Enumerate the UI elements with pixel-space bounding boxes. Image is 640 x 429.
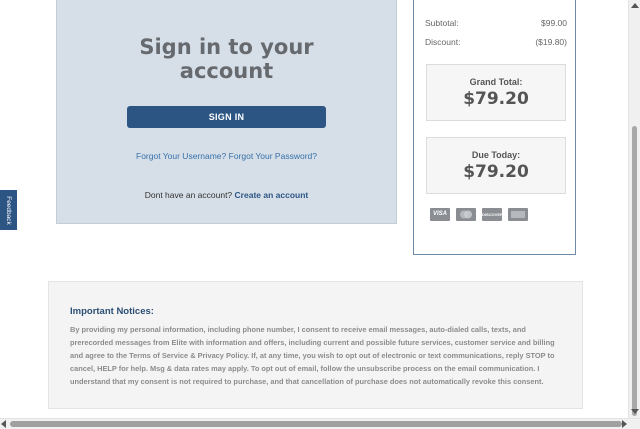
mastercard-icon — [456, 208, 476, 221]
subtotal-value: $99.00 — [541, 18, 567, 28]
feedback-tab[interactable]: Feedback — [0, 190, 17, 230]
discover-card-icon: DISCOVER — [482, 208, 502, 221]
scroll-up-arrow-icon[interactable] — [631, 3, 639, 8]
important-notices: Important Notices: By providing my perso… — [48, 281, 583, 409]
signin-title: Sign in to your account — [57, 35, 396, 83]
discount-row: Discount: ($19.80) — [425, 37, 567, 47]
amex-card-icon — [508, 208, 528, 221]
due-today-value: $79.20 — [463, 162, 529, 182]
create-account-line: Dont have an account? Create an account — [57, 190, 396, 200]
scroll-down-arrow-icon[interactable] — [631, 409, 639, 414]
feedback-label: Feedback — [5, 195, 13, 225]
subtotal-label: Subtotal: — [425, 18, 459, 28]
forgot-username-link[interactable]: Forgot Your Username? — [136, 151, 226, 161]
scroll-left-arrow-icon[interactable] — [1, 420, 6, 428]
due-today-label: Due Today: — [471, 150, 521, 160]
signin-title-line1: Sign in to your — [139, 35, 314, 59]
notices-title: Important Notices: — [70, 306, 154, 317]
notices-text: By providing my personal information, in… — [70, 325, 555, 386]
horizontal-scroll-thumb[interactable] — [10, 421, 622, 427]
signin-title-line2: account — [179, 59, 274, 83]
grand-total-box: Grand Total: $79.20 — [426, 64, 566, 121]
horizontal-scrollbar[interactable] — [0, 418, 640, 429]
visa-card-icon: VISA — [430, 208, 450, 221]
forgot-password-link[interactable]: Forgot Your Password? — [229, 151, 317, 161]
grand-total-label: Grand Total: — [469, 77, 523, 87]
scroll-right-arrow-icon[interactable] — [622, 420, 627, 428]
forgot-links: Forgot Your Username? Forgot Your Passwo… — [57, 151, 396, 161]
vertical-scroll-thumb[interactable] — [632, 126, 637, 416]
due-today-box: Due Today: $79.20 — [426, 137, 566, 194]
signin-panel: Sign in to your account SIGN IN Forgot Y… — [56, 0, 397, 224]
discount-value: ($19.80) — [535, 37, 567, 47]
order-summary: Subtotal: $99.00 Discount: ($19.80) Gran… — [413, 0, 576, 255]
subtotal-row: Subtotal: $99.00 — [425, 18, 567, 28]
sign-in-button[interactable]: SIGN IN — [127, 106, 326, 128]
grand-total-value: $79.20 — [463, 89, 529, 109]
create-account-link[interactable]: Create an account — [235, 190, 309, 200]
vertical-scrollbar[interactable] — [628, 0, 640, 418]
discount-label: Discount: — [425, 37, 461, 47]
no-account-text: Dont have an account? — [144, 190, 233, 200]
